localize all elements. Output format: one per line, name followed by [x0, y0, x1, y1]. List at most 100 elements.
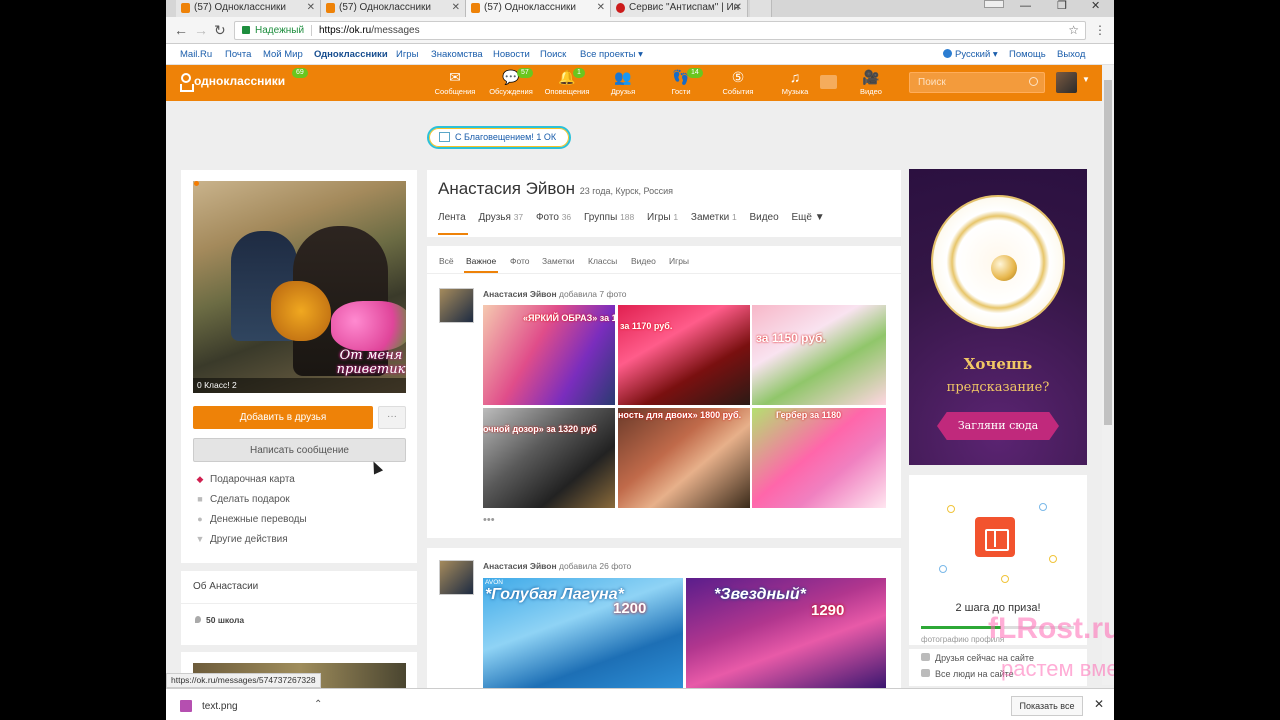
link-moy-mir[interactable]: Мой Мир [263, 44, 303, 65]
tab-notes[interactable]: Заметки 1 [691, 212, 737, 223]
tab-video[interactable]: Видео [749, 212, 778, 223]
filter-games[interactable]: Игры [669, 256, 689, 266]
minimize-icon[interactable]: — [1020, 0, 1031, 12]
browser-tab-2[interactable]: (57) Одноклассники ✕ [321, 0, 466, 17]
about-title[interactable]: Об Анастасии [193, 581, 258, 592]
new-tab-button[interactable] [750, 0, 772, 17]
close-tab-icon[interactable]: ✕ [452, 0, 460, 16]
tab-photos[interactable]: Фото 36 [536, 212, 571, 223]
nav-friends[interactable]: 👥 Друзья [599, 69, 647, 96]
link-mailru[interactable]: Mail.Ru [180, 44, 212, 65]
action-make-gift[interactable]: ■ Сделать подарок [195, 494, 289, 505]
filter-all[interactable]: Всё [439, 256, 454, 266]
link-igry[interactable]: Игры [396, 44, 418, 65]
secure-label: Надежный [255, 25, 305, 36]
nav-guests[interactable]: 👣 14 Гости [657, 68, 705, 96]
mailru-toolbar: Mail.Ru Почта Мой Мир Одноклассники Игры… [166, 44, 1114, 65]
filter-important[interactable]: Важное [463, 256, 499, 273]
post-author-avatar[interactable] [439, 560, 474, 595]
nav-video[interactable]: 🎥 Видео [847, 69, 895, 96]
close-tab-icon[interactable]: ✕ [734, 0, 742, 16]
post-photo-4[interactable]: очной дозор» за 1320 руб [483, 408, 615, 508]
nav-events[interactable]: ⑤ События [714, 69, 762, 96]
nav-notifications[interactable]: 🔔 1 Оповещения [543, 68, 591, 96]
ok-search-input[interactable]: Поиск [909, 72, 1045, 93]
filter-notes[interactable]: Заметки [542, 256, 575, 266]
post2-photo-2[interactable]: *Звездный* 1290 [686, 578, 886, 688]
download-filename[interactable]: text.png [202, 701, 238, 712]
close-window-icon[interactable]: ✕ [1091, 0, 1100, 12]
reload-icon[interactable]: ↻ [214, 22, 226, 39]
browser-tab-1[interactable]: (57) Одноклассники ✕ [176, 0, 321, 17]
address-bar[interactable]: Надежный https://ok.ru/messages ☆ [234, 21, 1086, 40]
action-money-transfer[interactable]: ● Денежные переводы [195, 514, 306, 525]
browser-menu-icon[interactable]: ⋮ [1094, 23, 1106, 37]
close-download-bar-icon[interactable]: ✕ [1094, 697, 1104, 711]
gift-card-icon: ◆ [196, 474, 204, 484]
nav-messages[interactable]: ✉ Сообщения [431, 69, 479, 96]
action-gift-card[interactable]: ◆ Подарочная карта [195, 474, 295, 485]
close-tab-icon[interactable]: ✕ [597, 0, 605, 16]
holiday-banner[interactable]: С Благовещением! 1 ОК [427, 126, 571, 149]
action-other[interactable]: ▼ Другие действия [195, 534, 288, 545]
more-photos-icon[interactable]: ••• [483, 514, 495, 526]
ok-logo[interactable]: одноклассники [180, 73, 285, 91]
post-photo-3[interactable]: за 1150 руб. [752, 305, 886, 405]
fortune-ad-banner[interactable]: Хочешь предсказание? Загляни сюда [909, 169, 1087, 465]
nav-music[interactable]: ♫ Музыка [771, 69, 819, 96]
nav-discussions[interactable]: 💬 57 Обсуждения [487, 68, 535, 96]
tab-games[interactable]: Игры 1 [647, 212, 678, 223]
maximize-icon[interactable]: ❐ [1057, 0, 1067, 12]
chevron-up-icon[interactable]: ⌃ [314, 699, 322, 710]
link-odnoklassniki[interactable]: Одноклассники [314, 44, 388, 65]
link-znakomstva[interactable]: Знакомства [431, 44, 483, 65]
letterbox-left [0, 0, 166, 720]
post2-photo-1[interactable]: AVON *Голубая Лагуна* 1200 [483, 578, 683, 688]
chevron-down-icon[interactable]: ▼ [1082, 75, 1090, 84]
post-photo-6[interactable]: Гербер за 1180 [752, 408, 886, 508]
search-icon[interactable] [1029, 77, 1038, 86]
browser-tab-4[interactable]: Сервис "Антиспам" | Ин ✕ [611, 0, 748, 17]
language-select[interactable]: Русский ▾ [943, 44, 998, 65]
discussions-count: 57 [517, 68, 533, 78]
profile-photo[interactable]: От меня приветик 0 Класс! 2 [193, 181, 406, 393]
play-icon[interactable] [820, 75, 837, 89]
link-novosti[interactable]: Новости [493, 44, 530, 65]
post-photo-1[interactable]: «ЯРКИЙ ОБРАЗ» за 1230 РУБ [483, 305, 615, 405]
add-friend-button[interactable]: Добавить в друзья [193, 406, 373, 429]
link-logout[interactable]: Выход [1057, 44, 1085, 65]
browser-tab-3-active[interactable]: (57) Одноклассники ✕ [466, 0, 611, 17]
profile-header: Анастасия Эйвон 23 года, Курск, Россия Л… [427, 170, 901, 237]
tab-feed[interactable]: Лента [438, 212, 468, 235]
filter-video[interactable]: Видео [631, 256, 656, 266]
user-avatar[interactable] [1056, 72, 1077, 93]
tab-friends[interactable]: Друзья 37 [478, 212, 523, 223]
link-pochta[interactable]: Почта [225, 44, 251, 65]
ad-cta-button[interactable]: Загляни сюда [937, 412, 1059, 440]
bookmark-star-icon[interactable]: ☆ [1068, 22, 1079, 39]
back-icon[interactable]: ← [174, 22, 188, 38]
profile-icon[interactable] [984, 0, 1004, 8]
forward-icon[interactable]: → [194, 22, 208, 38]
all-people-link[interactable]: Все люди на сайте [921, 669, 1014, 679]
letterbox-right [1114, 0, 1280, 720]
tab-groups[interactable]: Группы 188 [584, 212, 634, 223]
filter-likes[interactable]: Классы [588, 256, 617, 266]
address-row: ← → ↻ Надежный https://ok.ru/messages ☆ … [166, 17, 1114, 44]
link-all-projects[interactable]: Все проекты ▾ [580, 44, 643, 65]
post-author-avatar[interactable] [439, 288, 474, 323]
post-photo-5[interactable]: ность для двоих» 1800 руб. [618, 408, 750, 508]
send-message-button[interactable]: Написать сообщение [193, 438, 406, 462]
filter-photo[interactable]: Фото [510, 256, 530, 266]
link-help[interactable]: Помощь [1009, 44, 1046, 65]
more-actions-button[interactable]: ··· [378, 406, 406, 429]
link-poisk[interactable]: Поиск [540, 44, 566, 65]
about-school[interactable]: 50 школа [195, 615, 244, 625]
close-tab-icon[interactable]: ✕ [307, 0, 315, 16]
show-all-downloads-button[interactable]: Показать все [1011, 696, 1083, 716]
ad-title: Хочешь [963, 355, 1033, 373]
post-photo-2[interactable]: за 1170 руб. [618, 305, 750, 405]
scrollbar-thumb[interactable] [1104, 80, 1112, 425]
tab-more[interactable]: Ещё ▼ [791, 212, 824, 223]
profile-meta: 23 года, Курск, Россия [579, 186, 674, 196]
